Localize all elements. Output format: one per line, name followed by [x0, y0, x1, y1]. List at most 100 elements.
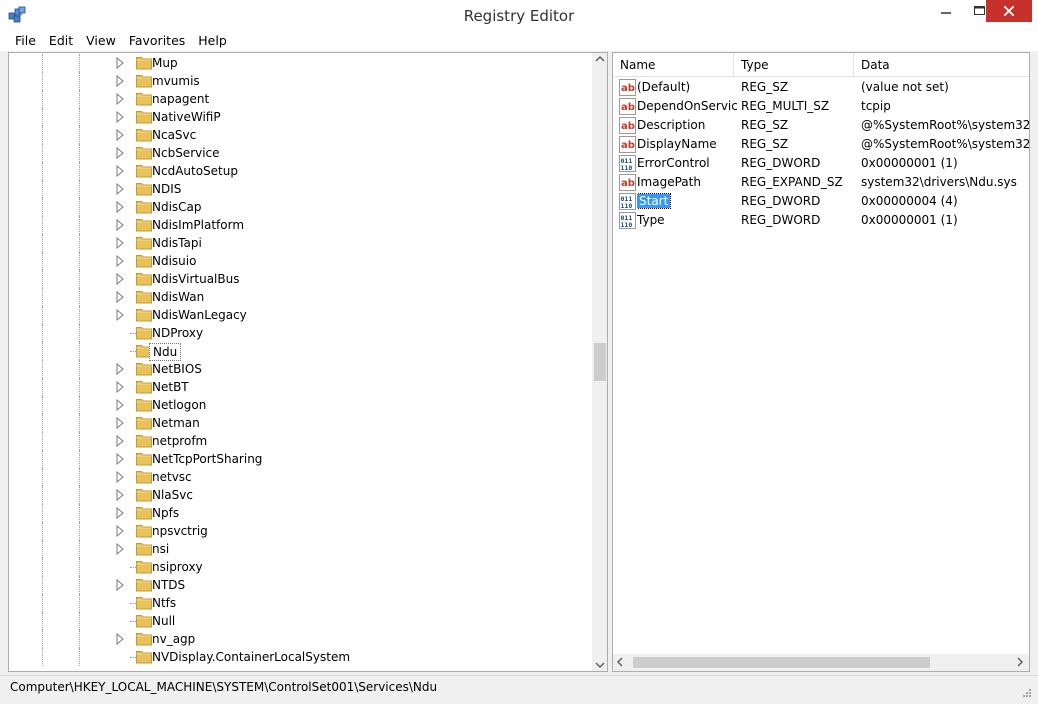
expand-arrow-icon[interactable]: [115, 398, 125, 412]
tree-guide-line: [42, 468, 43, 486]
tree-guide-line: [79, 288, 80, 306]
scroll-left-icon[interactable]: [616, 657, 624, 667]
expand-arrow-icon[interactable]: [115, 74, 125, 88]
expand-arrow-icon[interactable]: [115, 200, 125, 214]
tree-item[interactable]: nsi: [9, 540, 592, 558]
expand-arrow-icon[interactable]: [115, 146, 125, 160]
expand-arrow-icon[interactable]: [115, 272, 125, 286]
value-type: REG_DWORD: [741, 213, 821, 227]
expand-arrow-icon[interactable]: [115, 236, 125, 250]
tree-item[interactable]: nv_agp: [9, 630, 592, 648]
tree-item[interactable]: NdisVirtualBus: [9, 270, 592, 288]
resize-grip-icon[interactable]: [1022, 688, 1032, 698]
column-header-data[interactable]: Data: [854, 53, 1029, 77]
tree-item[interactable]: NdisWanLegacy: [9, 306, 592, 324]
value-data: system32\drivers\Ndu.sys: [861, 175, 1017, 189]
tree-vertical-scrollbar[interactable]: [592, 53, 607, 671]
tree-item[interactable]: Ndu: [9, 342, 592, 361]
values-horizontal-scrollbar[interactable]: [613, 654, 1029, 671]
tree-item[interactable]: NetTcpPortSharing: [9, 450, 592, 468]
value-row[interactable]: ab Description REG_SZ @%SystemRoot%\system3…: [613, 116, 1029, 135]
expand-arrow-icon[interactable]: [115, 524, 125, 538]
tree-item[interactable]: NlaSvc: [9, 486, 592, 504]
tree-item[interactable]: Netlogon: [9, 396, 592, 414]
expand-arrow-icon[interactable]: [115, 218, 125, 232]
scroll-right-icon[interactable]: [1016, 657, 1024, 667]
expand-arrow-icon[interactable]: [115, 470, 125, 484]
value-row[interactable]: ab (Default) REG_SZ (value not set): [613, 78, 1029, 97]
tree-item[interactable]: Ndisuio: [9, 252, 592, 270]
tree-item[interactable]: NetBT: [9, 378, 592, 396]
tree-item[interactable]: nsiproxy: [9, 558, 592, 576]
expand-arrow-icon[interactable]: [115, 578, 125, 592]
close-button[interactable]: [986, 0, 1032, 22]
menu-view[interactable]: View: [79, 31, 122, 51]
tree-item[interactable]: NTDS: [9, 576, 592, 594]
expand-arrow-icon[interactable]: [115, 290, 125, 304]
tree-item[interactable]: NdisCap: [9, 198, 592, 216]
scroll-up-icon[interactable]: [595, 55, 605, 63]
tree-item-label: Ndu: [149, 343, 182, 361]
values-scroll-thumb[interactable]: [633, 657, 930, 668]
tree-item[interactable]: npsvctrig: [9, 522, 592, 540]
tree-item[interactable]: NdisTapi: [9, 234, 592, 252]
expand-arrow-icon[interactable]: [115, 434, 125, 448]
tree-item[interactable]: netprofm: [9, 432, 592, 450]
minimize-button[interactable]: [929, 0, 963, 22]
value-row[interactable]: 011 110 ErrorControl REG_DWORD 0x00000001 (1…: [613, 154, 1029, 173]
value-row[interactable]: ab DisplayName REG_SZ @%SystemRoot%\system3…: [613, 135, 1029, 154]
tree-item[interactable]: NdisWan: [9, 288, 592, 306]
tree-item[interactable]: NdisImPlatform: [9, 216, 592, 234]
expand-arrow-icon[interactable]: [115, 632, 125, 646]
tree-item-label: nv_agp: [152, 632, 196, 646]
tree-item[interactable]: NDProxy: [9, 324, 592, 342]
tree-item[interactable]: Ntfs: [9, 594, 592, 612]
column-header-name[interactable]: Name: [613, 53, 734, 77]
expand-arrow-icon[interactable]: [115, 542, 125, 556]
menu-favorites[interactable]: Favorites: [122, 31, 191, 51]
menu-help[interactable]: Help: [191, 31, 233, 51]
expand-arrow-icon[interactable]: [115, 92, 125, 106]
expand-arrow-icon[interactable]: [115, 56, 125, 70]
expand-arrow-icon[interactable]: [115, 506, 125, 520]
key-tree-pane[interactable]: Mup mvumis napagent NativeWifiP NcaSvc NcbSer…: [8, 52, 608, 672]
tree-item[interactable]: Null: [9, 612, 592, 630]
scroll-down-icon[interactable]: [595, 661, 605, 669]
tree-item[interactable]: NetBIOS: [9, 360, 592, 378]
column-header-type[interactable]: Type: [734, 53, 854, 77]
values-list-pane[interactable]: Name Type Data ab (Default) REG_SZ (value n…: [612, 52, 1030, 672]
tree-item[interactable]: NativeWifiP: [9, 108, 592, 126]
tree-scroll-thumb[interactable]: [594, 343, 606, 381]
tree-item[interactable]: Mup: [9, 54, 592, 72]
menu-edit[interactable]: Edit: [42, 31, 79, 51]
expand-arrow-icon[interactable]: [115, 362, 125, 376]
menu-bar: File Edit View Favorites Help: [0, 31, 1038, 51]
tree-item[interactable]: netvsc: [9, 468, 592, 486]
expand-arrow-icon[interactable]: [115, 254, 125, 268]
value-row[interactable]: 011 110 Type REG_DWORD 0x00000001 (1): [613, 211, 1029, 230]
tree-item[interactable]: Netman: [9, 414, 592, 432]
tree-item[interactable]: NDIS: [9, 180, 592, 198]
value-row[interactable]: 011 110 Start REG_DWORD 0x00000004 (4): [613, 192, 1029, 211]
expand-arrow-icon[interactable]: [115, 182, 125, 196]
tree-item[interactable]: NcbService: [9, 144, 592, 162]
value-row[interactable]: ab DependOnService REG_MULTI_SZ tcpip: [613, 97, 1029, 116]
expand-arrow-icon[interactable]: [115, 164, 125, 178]
tree-item[interactable]: Npfs: [9, 504, 592, 522]
tree-item[interactable]: NVDisplay.ContainerLocalSystem: [9, 648, 592, 666]
tree-item[interactable]: napagent: [9, 90, 592, 108]
menu-file[interactable]: File: [8, 31, 42, 51]
maximize-icon: [974, 6, 985, 15]
expand-arrow-icon[interactable]: [115, 380, 125, 394]
expand-arrow-icon[interactable]: [115, 308, 125, 322]
expand-arrow-icon[interactable]: [115, 488, 125, 502]
value-row[interactable]: ab ImagePath REG_EXPAND_SZ system32\drivers…: [613, 173, 1029, 192]
expand-arrow-icon[interactable]: [115, 452, 125, 466]
tree-guide-line: [42, 90, 43, 108]
expand-arrow-icon[interactable]: [115, 128, 125, 142]
tree-item[interactable]: mvumis: [9, 72, 592, 90]
tree-item[interactable]: NcaSvc: [9, 126, 592, 144]
expand-arrow-icon[interactable]: [115, 416, 125, 430]
tree-item[interactable]: NcdAutoSetup: [9, 162, 592, 180]
expand-arrow-icon[interactable]: [115, 110, 125, 124]
